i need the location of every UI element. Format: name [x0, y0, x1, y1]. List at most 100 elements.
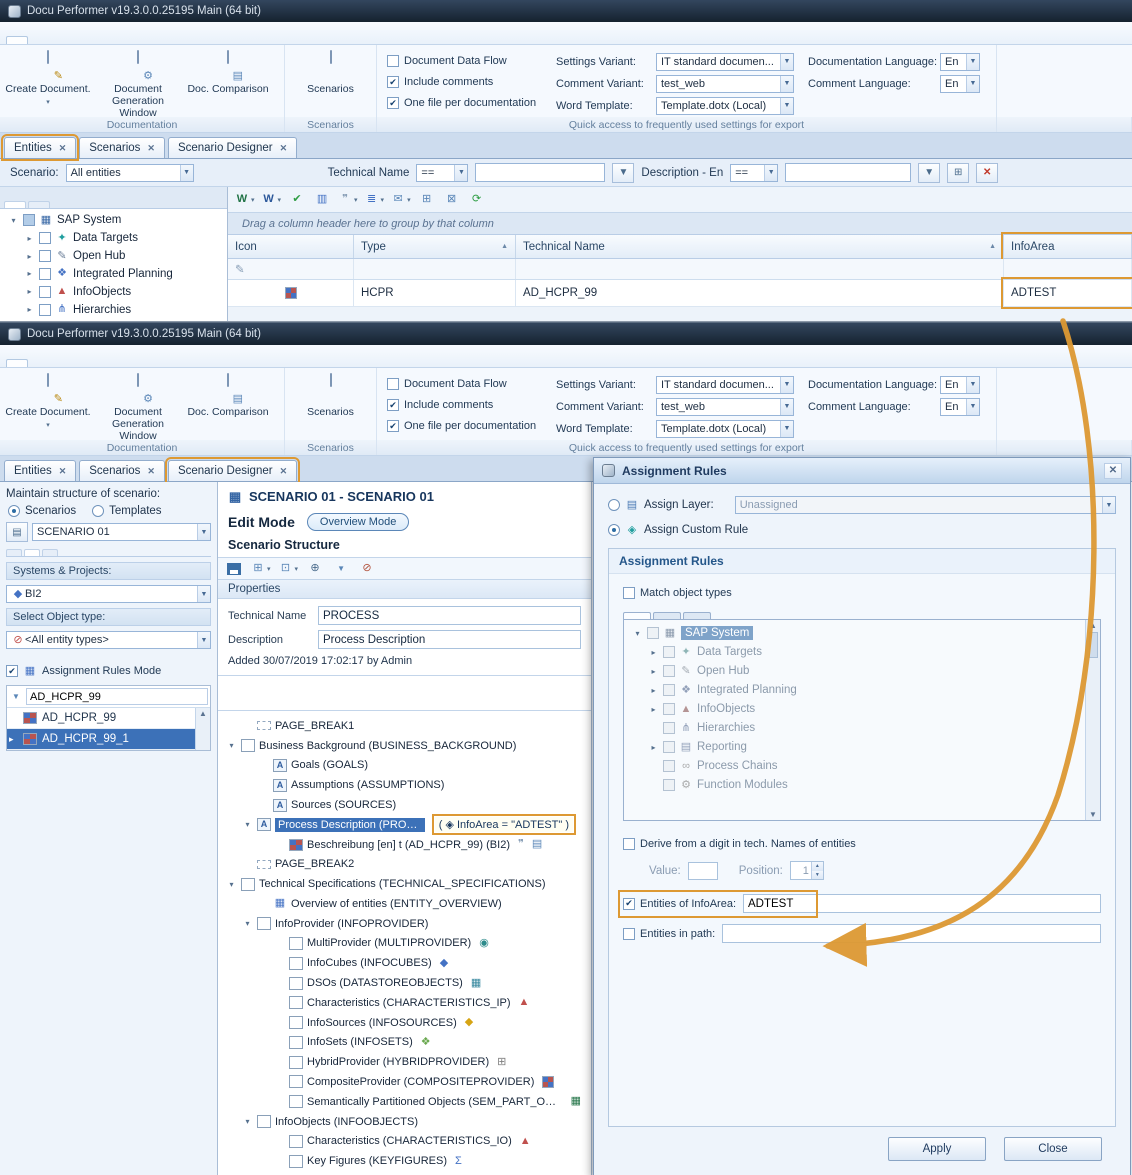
- settings-combo[interactable]: test_web▼: [656, 398, 794, 416]
- structure-tree-item[interactable]: PAGE_BREAK2: [220, 854, 589, 874]
- toolbar-button[interactable]: [224, 559, 244, 579]
- tree-item[interactable]: InfoObjects: [2, 283, 225, 300]
- create-document-button[interactable]: ✎ Create Document. ▾: [4, 371, 92, 433]
- menu-tab[interactable]: [30, 359, 52, 367]
- tree-checkbox[interactable]: [647, 627, 659, 639]
- scroll-down-icon[interactable]: ▼: [1089, 810, 1097, 819]
- filter-funnel-icon[interactable]: ▼: [918, 163, 940, 183]
- filter-cell-infoarea[interactable]: [1004, 259, 1132, 279]
- tree-checkbox[interactable]: [39, 250, 51, 262]
- document-tab[interactable]: Scenarios✕: [79, 137, 165, 158]
- structure-tree-item[interactable]: Sources (SOURCES): [220, 795, 589, 815]
- expand-arrow-icon[interactable]: [24, 287, 35, 296]
- system-type-tab[interactable]: [653, 612, 681, 619]
- menu-tab[interactable]: [198, 359, 220, 367]
- filter-cell-technical-name[interactable]: [516, 259, 1004, 279]
- list-scrollbar[interactable]: ▲: [195, 708, 210, 750]
- toolbar-button[interactable]: [287, 190, 307, 210]
- expand-arrow-icon[interactable]: [242, 820, 253, 829]
- tree-item[interactable]: SAP System: [626, 624, 1083, 642]
- dialog-close-button[interactable]: ✕: [1104, 463, 1122, 479]
- path-input[interactable]: [722, 924, 1101, 943]
- menu-tab[interactable]: [6, 359, 28, 367]
- menu-tab[interactable]: [78, 36, 100, 44]
- tree-checkbox[interactable]: [39, 232, 51, 244]
- scenario-select-combo[interactable]: SCENARIO 01▼: [32, 523, 211, 541]
- scenario-list-icon[interactable]: ▤: [6, 522, 28, 542]
- close-icon[interactable]: ✕: [147, 466, 155, 477]
- toolbar-button[interactable]: [312, 190, 332, 210]
- doc-comparison-button[interactable]: ▤ Doc. Comparison: [184, 48, 272, 98]
- panel-tab[interactable]: [4, 201, 26, 208]
- export-option-checkbox[interactable]: One file per documentation: [387, 417, 542, 435]
- toolbar-button[interactable]: ▾: [390, 190, 412, 210]
- tree-item[interactable]: Process Chains: [626, 757, 1083, 775]
- close-icon[interactable]: ✕: [59, 466, 67, 477]
- structure-tree-item[interactable]: Technical Specifications (TECHNICAL_SPEC…: [220, 874, 589, 894]
- tree-item[interactable]: Integrated Planning: [2, 265, 225, 282]
- settings-combo[interactable]: Template.dotx (Local)▼: [656, 97, 794, 115]
- column-header-type[interactable]: Type▲: [354, 235, 516, 258]
- derive-digit-checkbox[interactable]: Derive from a digit in tech. Names of en…: [623, 835, 1101, 853]
- structure-tree-item[interactable]: PAGE_BREAK1: [220, 716, 589, 736]
- tree-item[interactable]: Open Hub: [626, 662, 1083, 680]
- expand-arrow-icon[interactable]: [8, 216, 19, 225]
- tree-item[interactable]: Hierarchies: [2, 301, 225, 318]
- menu-tab[interactable]: [6, 36, 28, 44]
- tree-checkbox[interactable]: [39, 286, 51, 298]
- export-option-checkbox[interactable]: Include comments: [387, 73, 542, 91]
- position-spinner[interactable]: ▲▼: [790, 861, 824, 880]
- menu-tab[interactable]: [222, 36, 244, 44]
- expand-arrow-icon[interactable]: [648, 667, 659, 676]
- apply-button[interactable]: Apply: [888, 1137, 986, 1161]
- structure-tree-item[interactable]: Characteristics (CHARACTERISTICS_IP): [220, 993, 589, 1013]
- document-tab[interactable]: Entities✕: [4, 460, 76, 481]
- clear-filter-icon[interactable]: ✕: [976, 163, 998, 183]
- expand-arrow-icon[interactable]: [226, 741, 237, 750]
- menu-tab[interactable]: [174, 36, 196, 44]
- toolbar-button[interactable]: [305, 559, 325, 579]
- expand-arrow-icon[interactable]: [242, 919, 253, 928]
- tree-item[interactable]: Data Targets: [2, 230, 225, 247]
- toolbar-button[interactable]: ▾: [234, 190, 256, 210]
- menu-tab[interactable]: [126, 36, 148, 44]
- settings-combo[interactable]: IT standard documen...▼: [656, 53, 794, 71]
- menu-tab[interactable]: [78, 359, 100, 367]
- structure-tree-item[interactable]: CompositeProvider (COMPOSITEPROVIDER): [220, 1072, 589, 1092]
- panel-tab[interactable]: [6, 549, 22, 556]
- system-combo[interactable]: BI2▼: [6, 585, 211, 603]
- panel-tab[interactable]: [28, 201, 50, 208]
- toolbar-button[interactable]: ▾: [278, 559, 300, 579]
- tree-checkbox[interactable]: [663, 665, 675, 677]
- structure-tree-item[interactable]: Assumptions (ASSUMPTIONS): [220, 775, 589, 795]
- menu-tab[interactable]: [246, 36, 268, 44]
- create-document-button[interactable]: ✎ Create Document. ▾: [4, 48, 92, 110]
- object-type-combo[interactable]: <All entity types>▼: [6, 631, 211, 649]
- structure-tree-item[interactable]: DSOs (DATASTOREOBJECTS): [220, 973, 589, 993]
- structure-tree-item[interactable]: Beschreibung [en] t (AD_HCPR_99) (BI2): [220, 835, 589, 855]
- entities-in-path-checkbox[interactable]: Entities in path:: [623, 925, 715, 943]
- expand-arrow-icon[interactable]: [632, 629, 643, 638]
- column-header-technical-name[interactable]: Technical Name▲: [516, 235, 1004, 258]
- close-icon[interactable]: ✕: [59, 143, 67, 154]
- export-option-checkbox[interactable]: Document Data Flow: [387, 52, 542, 70]
- value-input[interactable]: [688, 862, 718, 880]
- entities-of-infoarea-checkbox[interactable]: Entities of InfoArea:: [623, 895, 736, 913]
- language-combo[interactable]: En▼: [940, 53, 980, 71]
- toolbar-button[interactable]: ▾: [337, 190, 359, 210]
- tree-item[interactable]: Data Targets: [626, 643, 1083, 661]
- radio-templates[interactable]: Templates: [92, 505, 161, 517]
- comment-area[interactable]: [218, 675, 591, 711]
- expand-arrow-icon[interactable]: [648, 648, 659, 657]
- structure-tree-item[interactable]: InfoSources (INFOSOURCES): [220, 1013, 589, 1033]
- toolbar-button[interactable]: [442, 190, 462, 210]
- entity-list-item[interactable]: AD_HCPR_99: [7, 708, 195, 729]
- scenario-filter-combo[interactable]: All entities▼: [66, 164, 194, 182]
- tree-item[interactable]: Integrated Planning: [626, 681, 1083, 699]
- expand-arrow-icon[interactable]: [648, 686, 659, 695]
- tree-checkbox[interactable]: [663, 779, 675, 791]
- menu-tab[interactable]: [222, 359, 244, 367]
- expand-arrow-icon[interactable]: [24, 269, 35, 278]
- toolbar-button[interactable]: ▾: [364, 190, 386, 210]
- tree-checkbox[interactable]: [663, 741, 675, 753]
